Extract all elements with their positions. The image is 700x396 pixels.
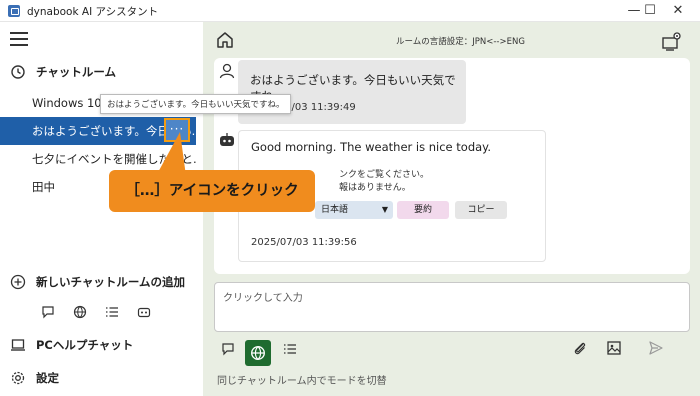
summary-button[interactable]: 要約 — [397, 201, 449, 219]
add-room-button[interactable]: 新しいチャットルームの追加 — [10, 274, 185, 290]
user-avatar-icon — [219, 63, 235, 79]
copy-button[interactable]: コピー — [455, 201, 507, 219]
home-icon[interactable] — [215, 30, 235, 50]
hamburger-menu-icon[interactable] — [10, 32, 30, 46]
message-input-placeholder: クリックして入力 — [223, 293, 303, 304]
attach-icon[interactable] — [567, 340, 593, 366]
chat-rooms-header[interactable]: チャットルーム — [10, 64, 116, 80]
globe-mode-icon[interactable] — [245, 340, 271, 366]
history-icon — [11, 65, 25, 79]
laptop-icon — [11, 339, 25, 351]
instruction-callout: ［…］アイコンをクリック — [109, 170, 315, 212]
chat-icon[interactable] — [40, 305, 56, 321]
window-title: dynabook AI アシスタント — [27, 6, 159, 18]
send-icon[interactable] — [643, 340, 669, 366]
pc-help-chat-button[interactable]: PCヘルプチャット — [10, 337, 133, 353]
bot-avatar-icon — [220, 133, 234, 146]
plus-circle-icon — [10, 274, 26, 290]
top-bar: ルームの言語設定：JPN<-->ENG — [203, 22, 700, 58]
mode-switch-hint: 同じチャットルーム内でモードを切替 — [217, 376, 387, 387]
list-mode-icon[interactable] — [277, 340, 303, 366]
chevron-down-icon: ▼ — [381, 205, 388, 214]
bot-message-line: ンクをご覧ください。 — [339, 170, 430, 180]
language-select[interactable]: 日本語 ▼ — [315, 201, 393, 219]
room-item-label: 田中 — [32, 180, 55, 194]
chat-rooms-label: チャットルーム — [36, 65, 117, 79]
settings-label: 設定 — [36, 371, 59, 385]
gear-icon — [11, 371, 25, 385]
bot-message-line: 報はありません。 — [339, 183, 411, 193]
user-message: おはようございます。今日もいい天気ですね。 2025/07/03 11:39:4… — [238, 60, 466, 124]
settings-button[interactable]: 設定 — [10, 370, 59, 386]
room-settings-icon[interactable] — [661, 30, 683, 52]
globe-icon[interactable] — [72, 305, 88, 321]
bot-message-text: Good morning. The weather is nice today. — [251, 140, 492, 154]
bottom-toolbar — [203, 338, 700, 368]
image-icon[interactable] — [601, 340, 627, 366]
chat-mode-icon[interactable] — [215, 340, 241, 366]
bot-message-time: 2025/07/03 11:39:56 — [251, 237, 357, 248]
mode-icons — [40, 305, 152, 321]
language-select-value: 日本語 — [321, 205, 349, 215]
bot-icon[interactable] — [136, 305, 152, 321]
room-title-tooltip: おはようございます。今日もいい天気ですね。 — [100, 94, 292, 114]
add-room-label: 新しいチャットルームの追加 — [36, 275, 186, 289]
message-input[interactable]: クリックして入力 — [214, 282, 690, 332]
pc-help-label: PCヘルプチャット — [36, 338, 134, 352]
chat-area: おはようございます。今日もいい天気ですね。 2025/07/03 11:39:4… — [214, 58, 690, 274]
close-button[interactable]: ✕ — [656, 0, 700, 22]
app-logo-icon — [8, 5, 20, 17]
room-language-setting: ルームの言語設定：JPN<-->ENG — [396, 37, 525, 47]
title-bar: dynabook AI アシスタント — ☐ ✕ — [0, 0, 700, 22]
list-icon[interactable] — [104, 305, 120, 321]
